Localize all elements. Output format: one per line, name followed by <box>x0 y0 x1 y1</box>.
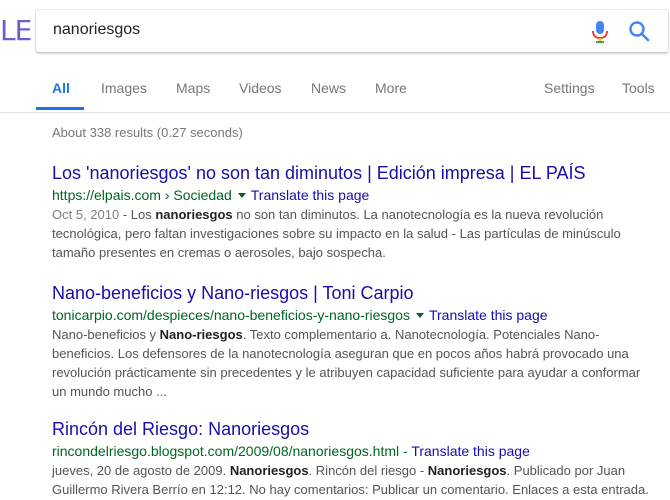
search-result: Rincón del Riesgo: Nanoriesgos rincondel… <box>52 418 662 499</box>
result-title-link[interactable]: Nano-beneficios y Nano-riesgos | Toni Ca… <box>52 282 662 304</box>
search-result: Los 'nanoriesgos' no son tan diminutos |… <box>52 162 662 262</box>
snippet-text: jueves, 20 de agosto de 2009. <box>52 463 230 478</box>
snippet-line: tecnológica, pero faltan investigaciones… <box>52 226 621 241</box>
tab-images[interactable]: Images <box>101 80 147 96</box>
search-header: LE nanoriesgos All Images Maps Videos Ne… <box>0 0 670 113</box>
snippet-line: Guillermo Rivera Berrío en 12:12. No hay… <box>52 482 649 497</box>
result-title-link[interactable]: Rincón del Riesgo: Nanoriesgos <box>52 418 662 440</box>
google-logo-fragment[interactable]: LE <box>0 14 32 47</box>
microphone-icon[interactable] <box>590 20 610 44</box>
snippet-text: . Texto complementario a. Nanotecnología… <box>242 327 600 342</box>
result-url: tonicarpio.com/despieces/nano-beneficios… <box>52 306 662 324</box>
snippet-highlight: Nanoriesgos <box>427 463 507 478</box>
result-stats: About 338 results (0.27 seconds) <box>52 125 243 140</box>
result-date: Oct 5, 2010 <box>52 207 120 222</box>
snippet-text: . Publicado por Juan <box>506 463 626 478</box>
search-tabs: All Images Maps Videos News More Setting… <box>0 72 670 112</box>
url-dropdown-caret-icon[interactable] <box>237 192 246 198</box>
snippet-line: beneficios. Los defensores de la nanotec… <box>52 346 629 361</box>
tab-more[interactable]: More <box>375 80 407 96</box>
active-tab-indicator <box>36 107 84 110</box>
snippet-text: . Rincón del riesgo - <box>308 463 428 478</box>
result-url-text: rincondelriesgo.blogspot.com/2009/08/nan… <box>52 443 400 459</box>
snippet-highlight: Nano-riesgos <box>159 327 243 342</box>
result-url: rincondelriesgo.blogspot.com/2009/08/nan… <box>52 442 662 460</box>
tab-news[interactable]: News <box>311 80 346 96</box>
snippet-line: tamaño presentes en cremas o aerosoles, … <box>52 245 386 260</box>
result-snippet: jueves, 20 de agosto de 2009. Nanoriesgo… <box>52 461 662 499</box>
snippet-highlight: Nanoriesgos <box>229 463 309 478</box>
search-box[interactable]: nanoriesgos <box>36 10 668 52</box>
search-icon[interactable] <box>628 20 650 42</box>
result-url-text: https://elpais.com › Sociedad <box>52 187 232 203</box>
snippet-text: no son tan diminutos. La nanotecnología … <box>232 207 604 222</box>
search-result: Nano-beneficios y Nano-riesgos | Toni Ca… <box>52 282 662 401</box>
tab-maps[interactable]: Maps <box>176 80 210 96</box>
tab-all[interactable]: All <box>52 80 70 96</box>
tab-videos[interactable]: Videos <box>239 80 282 96</box>
result-snippet: Oct 5, 2010 - Los nanoriesgos no son tan… <box>52 205 662 262</box>
translate-link[interactable]: Translate this page <box>411 443 530 459</box>
snippet-highlight: nanoriesgos <box>155 207 233 222</box>
search-input[interactable]: nanoriesgos <box>53 21 140 39</box>
result-url: https://elpais.com › Sociedad Translate t… <box>52 186 662 204</box>
result-title-link[interactable]: Los 'nanoriesgos' no son tan diminutos |… <box>52 162 662 184</box>
url-separator: - <box>399 443 412 459</box>
snippet-text: - Los <box>119 207 156 222</box>
url-dropdown-caret-icon[interactable] <box>415 312 424 318</box>
snippet-line: revolución prácticamente sin precedentes… <box>52 365 641 380</box>
tab-tools[interactable]: Tools <box>622 80 655 96</box>
tab-settings[interactable]: Settings <box>544 80 595 96</box>
result-url-text: tonicarpio.com/despieces/nano-beneficios… <box>52 307 410 323</box>
translate-link[interactable]: Translate this page <box>429 307 548 323</box>
translate-link[interactable]: Translate this page <box>251 187 370 203</box>
snippet-text: Nano-beneficios y <box>52 327 160 342</box>
snippet-line: un mundo mucho ... <box>52 384 167 399</box>
result-snippet: Nano-beneficios y Nano-riesgos. Texto co… <box>52 325 662 401</box>
